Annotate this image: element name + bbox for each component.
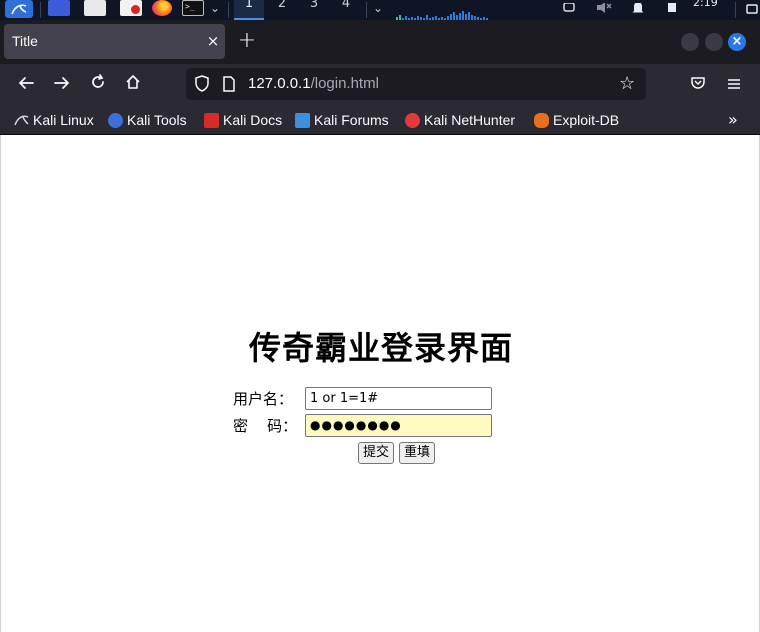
username-input[interactable]: 1 or 1=1# xyxy=(305,386,492,410)
address-bar[interactable]: 127.0.0.1/login.html ☆ xyxy=(186,68,646,100)
text-editor-icon[interactable] xyxy=(84,0,106,16)
bookmark-label: Kali Forums xyxy=(314,112,389,128)
url-text[interactable]: 127.0.0.1/login.html xyxy=(248,75,379,92)
network-icon[interactable] xyxy=(562,0,578,14)
clock[interactable]: 2:19 xyxy=(693,0,718,9)
menu-icon[interactable] xyxy=(721,72,747,98)
page-info-icon[interactable] xyxy=(222,76,236,96)
bookmarks-toolbar: Kali Linux Kali Tools Kali Docs Kali For… xyxy=(0,106,760,135)
chevron-down-icon[interactable]: ⌄ xyxy=(373,0,383,18)
taskbar-separator xyxy=(228,2,229,18)
bookmark-kali-tools[interactable]: Kali Tools xyxy=(108,110,187,130)
browser-navigation-bar: 127.0.0.1/login.html ☆ xyxy=(0,64,760,106)
file-manager-icon[interactable] xyxy=(48,0,70,16)
bookmark-kali-nethunter[interactable]: Kali NetHunter xyxy=(405,110,515,130)
url-path: /login.html xyxy=(310,75,379,92)
username-row: 用户名： 1 or 1=1# xyxy=(233,386,492,410)
back-icon[interactable] xyxy=(13,72,39,98)
chevron-down-icon[interactable]: ⌄ xyxy=(210,0,220,18)
kali-menu-icon[interactable] xyxy=(5,0,33,18)
workspace-1[interactable]: 1 xyxy=(234,0,264,20)
minimize-window-button[interactable] xyxy=(681,33,699,51)
exploit-db-icon xyxy=(534,112,549,128)
burp-icon[interactable] xyxy=(120,0,142,16)
taskbar-separator xyxy=(40,2,41,18)
battery-icon[interactable] xyxy=(667,0,683,14)
bookmark-label: Exploit-DB xyxy=(553,112,620,128)
reset-button[interactable]: 重填 xyxy=(399,442,436,464)
bookmark-kali-linux[interactable]: Kali Linux xyxy=(14,110,94,130)
lock-icon[interactable] xyxy=(745,0,760,14)
bookmark-kali-docs[interactable]: Kali Docs xyxy=(204,110,282,130)
nethunter-icon xyxy=(405,112,420,128)
terminal-icon[interactable]: >_ xyxy=(182,0,204,16)
username-label: 用户名： xyxy=(233,389,294,408)
bookmarks-overflow-icon[interactable]: » xyxy=(728,110,738,130)
firefox-icon[interactable] xyxy=(152,0,172,16)
maximize-window-button[interactable] xyxy=(705,33,723,51)
kali-forums-icon xyxy=(295,112,310,128)
os-taskbar: >_ ⌄ 1 2 3 4 ⌄ 2:19 xyxy=(0,0,760,20)
tab-login[interactable]: Title × xyxy=(4,24,225,59)
browser-tab-strip: Title × + × xyxy=(0,20,760,64)
workspace-3[interactable]: 3 xyxy=(299,0,329,20)
tab-title: Title xyxy=(12,33,38,49)
password-input[interactable]: ●●●●●●●● xyxy=(305,413,492,437)
kali-docs-icon xyxy=(204,112,219,128)
close-tab-icon[interactable]: × xyxy=(202,30,224,52)
cpu-graph xyxy=(396,8,546,20)
reload-icon[interactable] xyxy=(85,72,111,98)
new-tab-button[interactable]: + xyxy=(236,30,258,52)
tracking-protection-shield-icon[interactable] xyxy=(194,75,210,97)
bookmark-label: Kali Tools xyxy=(127,112,187,128)
taskbar-separator xyxy=(735,2,736,18)
kali-tools-icon xyxy=(108,112,123,128)
taskbar-separator xyxy=(366,2,367,18)
password-row: 密 码： ●●●●●●●● xyxy=(233,413,492,437)
home-icon[interactable] xyxy=(120,72,146,98)
workspace-4[interactable]: 4 xyxy=(331,0,361,20)
url-host: 127.0.0.1 xyxy=(248,75,311,92)
mute-icon[interactable] xyxy=(596,0,612,14)
close-window-button[interactable]: × xyxy=(728,33,746,51)
page-content: 传奇霸业登录界面 用户名： 1 or 1=1# 密 码： ●●●●●●●● 提交… xyxy=(0,135,760,632)
form-buttons: 提交 重填 xyxy=(358,442,436,464)
bookmark-label: Kali Docs xyxy=(223,112,283,128)
page-title: 传奇霸业登录界面 xyxy=(248,329,513,367)
forward-icon[interactable] xyxy=(49,72,75,98)
bookmark-star-icon[interactable]: ☆ xyxy=(619,72,635,96)
bookmark-label: Kali NetHunter xyxy=(424,112,516,128)
submit-button[interactable]: 提交 xyxy=(358,442,395,464)
password-label: 密 码： xyxy=(233,416,298,435)
bookmark-exploit-db[interactable]: Exploit-DB xyxy=(534,110,619,130)
kali-dragon-icon xyxy=(14,113,29,128)
workspace-2[interactable]: 2 xyxy=(267,0,297,20)
notification-icon[interactable] xyxy=(631,0,647,14)
pocket-icon[interactable] xyxy=(685,72,711,98)
bookmark-label: Kali Linux xyxy=(33,112,94,128)
bookmark-kali-forums[interactable]: Kali Forums xyxy=(295,110,389,130)
